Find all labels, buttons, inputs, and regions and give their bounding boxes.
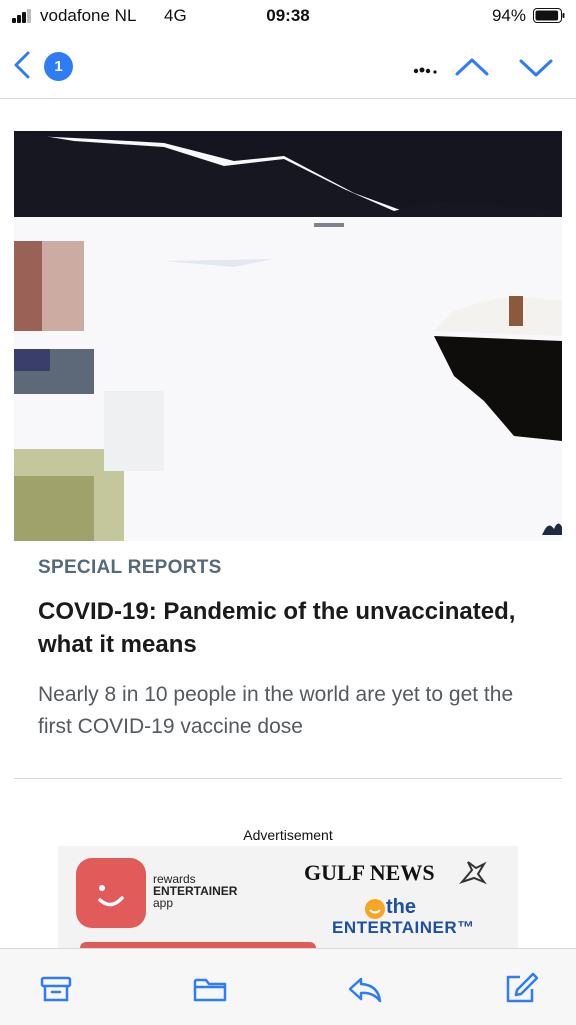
more-icon[interactable]	[410, 60, 444, 80]
email-content[interactable]: SPECIAL REPORTS COVID-19: Pandemic of th…	[0, 99, 576, 948]
reply-icon[interactable]	[345, 969, 385, 1009]
ad-rewards-text: rewards ENTERTAINER app	[153, 873, 237, 909]
ad-the-text: the	[386, 896, 416, 918]
archive-icon[interactable]	[36, 969, 76, 1009]
nav-bar: 1	[0, 34, 576, 99]
sun-smiley-icon	[365, 899, 385, 919]
unread-badge[interactable]: 1	[44, 52, 73, 81]
clock: 09:38	[266, 6, 310, 25]
status-bar: vodafone NL 4G 09:38 94%	[0, 0, 576, 34]
bottom-toolbar	[0, 948, 576, 1025]
article-category[interactable]: SPECIAL REPORTS	[38, 557, 222, 579]
chevron-down-icon[interactable]	[516, 50, 556, 84]
article-headline[interactable]: COVID-19: Pandemic of the unvaccinated, …	[38, 595, 538, 661]
ad-banner[interactable]: rewards ENTERTAINER app GULF NEWS the EN…	[58, 846, 518, 948]
chevron-up-icon[interactable]	[452, 50, 492, 84]
smiley-icon	[98, 885, 124, 907]
ad-entertainer-text: ENTERTAINER™	[332, 918, 475, 937]
folder-icon[interactable]	[190, 969, 230, 1009]
ad-rewards-line-3: app	[153, 896, 174, 910]
advertisement-label: Advertisement	[243, 827, 333, 843]
entertainer-app-logo	[76, 858, 146, 928]
battery-icon	[533, 8, 565, 23]
divider	[14, 778, 562, 779]
chevron-left-icon[interactable]	[8, 48, 38, 82]
battery-percentage: 94%	[491, 6, 526, 25]
hero-image[interactable]	[14, 131, 562, 541]
article-subtitle[interactable]: Nearly 8 in 10 people in the world are y…	[38, 679, 538, 743]
gulf-news-logo: GULF NEWS	[304, 860, 435, 885]
compose-icon[interactable]	[500, 969, 540, 1009]
falcon-icon	[458, 861, 487, 885]
